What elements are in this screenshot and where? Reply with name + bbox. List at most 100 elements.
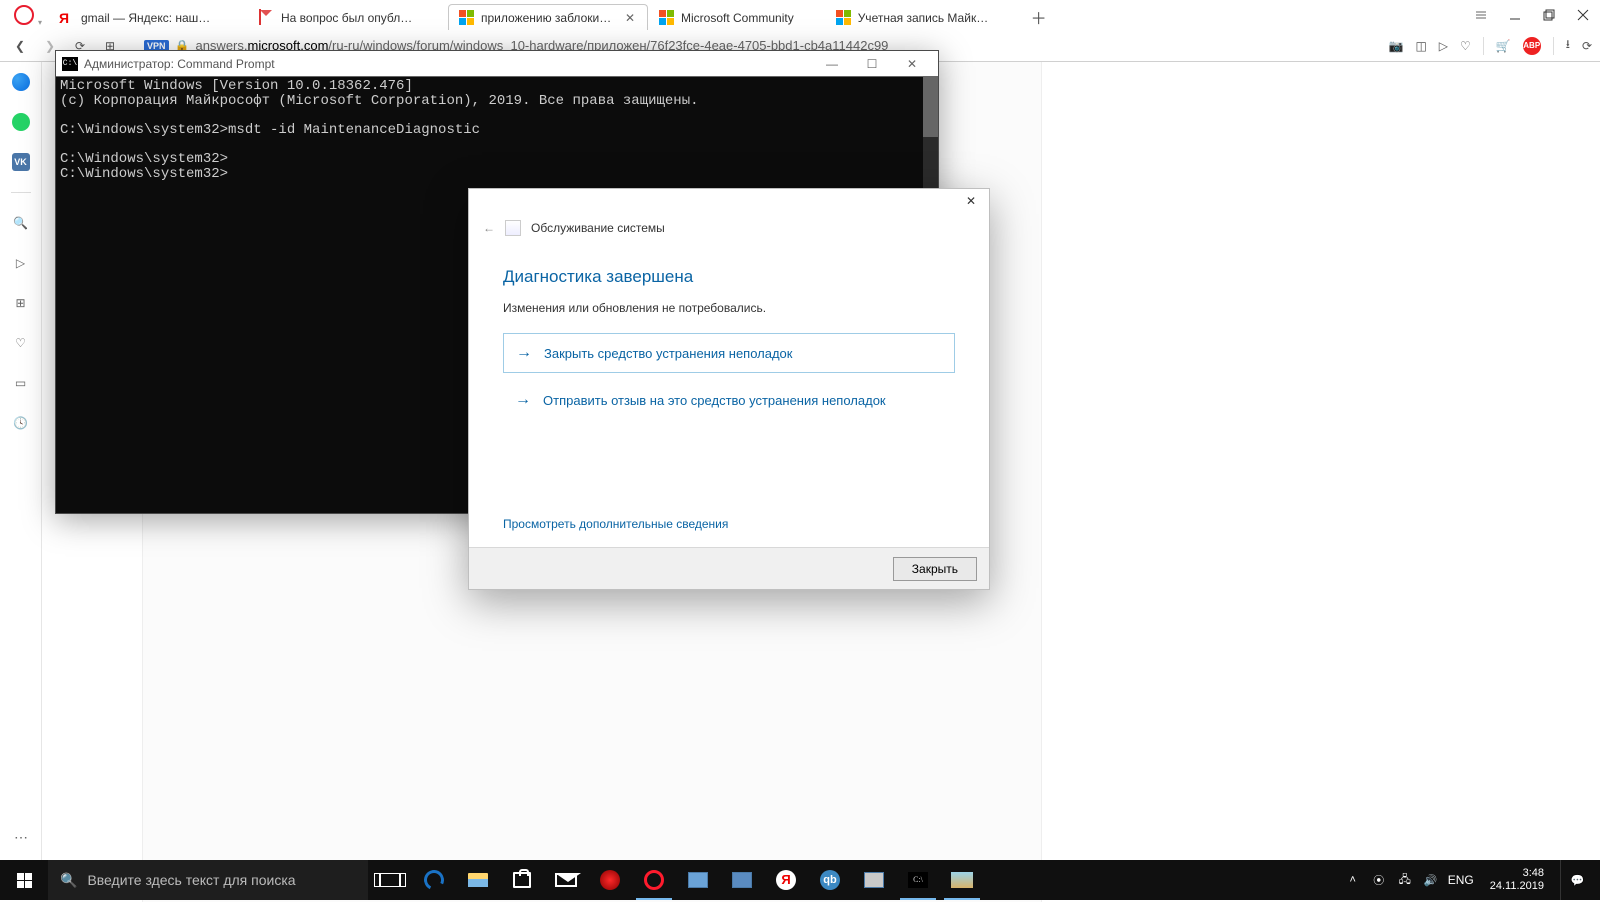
vk-sidebar-icon[interactable]: VK [11, 152, 31, 172]
windows-taskbar: 🔍 Введите здесь текст для поиска Я qb C:… [0, 860, 1600, 900]
tab-label: На вопрос был опубликов [281, 11, 417, 25]
dialog-breadcrumb: Обслуживание системы [531, 221, 665, 235]
dialog-footer: Закрыть [469, 547, 989, 589]
clock-date: 24.11.2019 [1490, 880, 1544, 893]
app-taskbar-icon[interactable] [588, 860, 632, 900]
browser-titlebar: ▾ Я gmail — Яндекс: нашлось ✕ На вопрос … [0, 0, 1600, 30]
cmd-title-text: Администратор: Command Prompt [84, 57, 275, 71]
cmd-maximize-button[interactable]: ☐ [852, 51, 892, 77]
messenger-sidebar-icon[interactable] [11, 72, 31, 92]
opera-taskbar-icon[interactable] [632, 860, 676, 900]
maximize-button[interactable] [1532, 0, 1566, 30]
cart-icon[interactable]: 🛒 [1496, 39, 1511, 53]
flow-sidebar-icon[interactable]: ▷ [11, 253, 31, 273]
task-view-button[interactable] [368, 860, 412, 900]
easy-setup-icon[interactable] [1464, 0, 1498, 30]
dialog-body: Диагностика завершена Изменения или обно… [469, 241, 989, 531]
cmd-scroll-thumb[interactable] [923, 77, 938, 137]
arrow-right-icon: → [516, 344, 532, 362]
system-tray: ˄ ⦿ 🖧 🔊 ENG 3:48 24.11.2019 💬 [1344, 860, 1600, 900]
dialog-titlebar[interactable]: ✕ [469, 189, 989, 213]
tray-language[interactable]: ENG [1448, 871, 1474, 889]
cmd-titlebar[interactable]: C:\ Администратор: Command Prompt — ☐ ✕ [56, 51, 938, 77]
new-tab-button[interactable]: ＋ [1025, 4, 1053, 30]
tab-gmail[interactable]: На вопрос был опубликов ✕ [248, 4, 448, 30]
cmd-taskbar-icon[interactable]: C:\ [896, 860, 940, 900]
app3-taskbar-icon[interactable] [720, 860, 764, 900]
edge-taskbar-icon[interactable] [412, 860, 456, 900]
send-icon[interactable]: ▷ [1439, 39, 1448, 53]
arrow-right-icon: → [515, 391, 531, 409]
tab-ms-community[interactable]: Microsoft Community ✕ [648, 4, 825, 30]
app2-taskbar-icon[interactable] [676, 860, 720, 900]
whatsapp-sidebar-icon[interactable] [11, 112, 31, 132]
search-sidebar-icon[interactable]: 🔍 [11, 213, 31, 233]
history-sidebar-icon[interactable]: 🕓 [11, 413, 31, 433]
task-icons: Я qb C:\ [368, 860, 984, 900]
gmail-favicon-icon [259, 10, 275, 26]
heart-icon[interactable]: ♡ [1460, 39, 1471, 53]
window-controls [1464, 0, 1600, 30]
bookmarks-sidebar-icon[interactable]: ♡ [11, 333, 31, 353]
close-button[interactable] [1566, 0, 1600, 30]
opera-sidebar: VK 🔍 ▷ ⊞ ♡ ▭ 🕓 ⋯ [0, 62, 42, 860]
cmd-icon: C:\ [62, 57, 78, 71]
yandex-taskbar-icon[interactable]: Я [764, 860, 808, 900]
blocker-icon[interactable]: ◫ [1415, 39, 1426, 53]
sidebar-more-icon[interactable]: ⋯ [14, 829, 29, 846]
dialog-close-button[interactable]: ✕ [953, 189, 989, 213]
start-button[interactable] [0, 860, 48, 900]
divider [11, 192, 31, 193]
explorer-taskbar-icon[interactable] [456, 860, 500, 900]
option-send-feedback[interactable]: → Отправить отзыв на это средство устран… [503, 383, 955, 417]
minimize-button[interactable] [1498, 0, 1532, 30]
cmd-output[interactable]: Microsoft Windows [Version 10.0.18362.47… [56, 77, 938, 184]
opera-logo-icon [14, 5, 34, 25]
sync-icon[interactable]: ⟳ [1582, 39, 1592, 53]
option-label: Закрыть средство устранения неполадок [544, 346, 792, 361]
mail-taskbar-icon[interactable] [544, 860, 588, 900]
taskbar-search[interactable]: 🔍 Введите здесь текст для поиска [48, 860, 368, 900]
cmd-close-button[interactable]: ✕ [892, 51, 932, 77]
view-details-link[interactable]: Просмотреть дополнительные сведения [503, 517, 955, 531]
tray-overflow-icon[interactable]: ˄ [1344, 871, 1362, 889]
tab-ms-account[interactable]: Учетная запись Майкрос ✕ [825, 4, 1025, 30]
pictures-taskbar-icon[interactable] [940, 860, 984, 900]
toolbar-right: 📷 ◫ ▷ ♡ 🛒 ABP ⭳ ⟳ [1388, 35, 1592, 56]
qbittorrent-taskbar-icon[interactable]: qb [808, 860, 852, 900]
close-button[interactable]: Закрыть [893, 557, 977, 581]
dialog-heading: Диагностика завершена [503, 267, 955, 287]
news-sidebar-icon[interactable]: ▭ [11, 373, 31, 393]
tray-clock[interactable]: 3:48 24.11.2019 [1482, 867, 1552, 892]
download-icon[interactable]: ⭳ [1566, 35, 1570, 56]
search-icon: 🔍 [60, 872, 77, 889]
tray-volume-icon[interactable]: 🔊 [1422, 871, 1440, 889]
tab-label: Учетная запись Майкрос [858, 11, 994, 25]
cmd-minimize-button[interactable]: — [812, 51, 852, 77]
search-placeholder: Введите здесь текст для поиска [87, 872, 295, 888]
ms-favicon-icon [459, 10, 475, 26]
tray-location-icon[interactable]: ⦿ [1370, 871, 1388, 889]
tab-label: Microsoft Community [681, 11, 794, 25]
dialog-subtitle: Изменения или обновления не потребовалис… [503, 301, 955, 315]
tray-network-icon[interactable]: 🖧 [1396, 871, 1414, 889]
snapshot-icon[interactable]: 📷 [1388, 39, 1403, 53]
store-taskbar-icon[interactable] [500, 860, 544, 900]
troubleshooter-dialog: ✕ ← Обслуживание системы Диагностика зав… [468, 188, 990, 590]
back-button[interactable]: ❮ [8, 34, 32, 58]
clock-time: 3:48 [1490, 867, 1544, 880]
speeddial-sidebar-icon[interactable]: ⊞ [11, 293, 31, 313]
back-arrow-icon[interactable]: ← [483, 221, 495, 235]
abp-badge-icon[interactable]: ABP [1523, 37, 1541, 55]
dialog-header: ← Обслуживание системы [469, 215, 989, 241]
tab-yandex[interactable]: Я gmail — Яндекс: нашлось ✕ [48, 4, 248, 30]
tab-close-icon[interactable]: ✕ [623, 11, 637, 25]
option-close-troubleshooter[interactable]: → Закрыть средство устранения неполадок [503, 333, 955, 373]
tab-strip: Я gmail — Яндекс: нашлось ✕ На вопрос бы… [48, 0, 1464, 30]
tab-blocked-app[interactable]: приложению заблокиров ✕ [448, 4, 648, 30]
option-label: Отправить отзыв на это средство устранен… [543, 393, 886, 408]
ms-favicon-icon [659, 10, 675, 26]
action-center-button[interactable]: 💬 [1560, 860, 1594, 900]
opera-menu-button[interactable]: ▾ [0, 0, 48, 30]
app4-taskbar-icon[interactable] [852, 860, 896, 900]
